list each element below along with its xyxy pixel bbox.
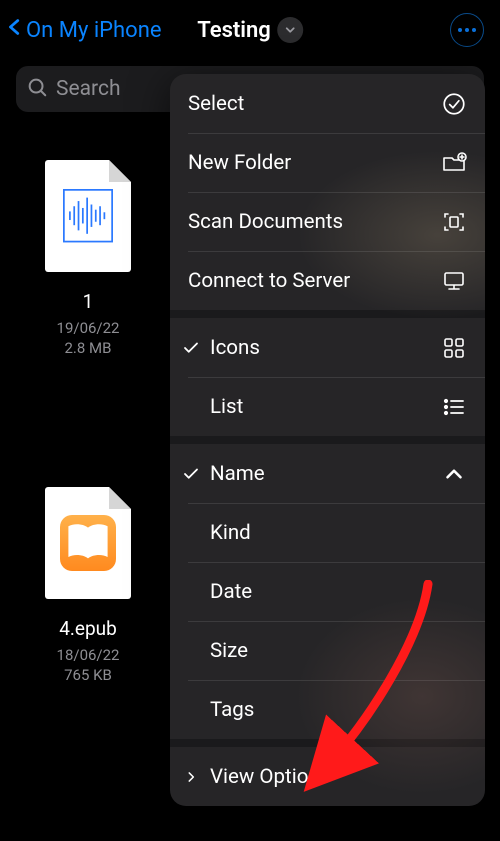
menu-item-new-folder[interactable]: New Folder: [170, 133, 485, 192]
menu-label: Date: [210, 580, 252, 604]
grid-icon: [441, 335, 467, 361]
menu-divider: [170, 310, 485, 318]
more-button[interactable]: [450, 13, 484, 47]
file-date: 18/06/22: [57, 646, 120, 664]
menu-label: Kind: [210, 521, 251, 545]
menu-label: Name: [210, 462, 265, 486]
menu-label: Icons: [210, 336, 260, 360]
search-icon: [26, 76, 48, 102]
list-icon: [441, 394, 467, 420]
chevron-up-icon: [441, 461, 467, 487]
file-thumbnail: [45, 487, 131, 599]
file-item[interactable]: 4.epub 18/06/22 765 KB: [28, 487, 148, 684]
server-icon: [441, 268, 467, 294]
menu-label: New Folder: [188, 151, 291, 175]
page-title: Testing: [197, 18, 271, 43]
file-size: 765 KB: [64, 666, 112, 684]
menu-divider: [170, 739, 485, 747]
menu-item-list-view[interactable]: List: [170, 377, 485, 436]
menu-label: List: [210, 395, 243, 419]
search-placeholder: Search: [56, 77, 121, 101]
menu-item-sort-size[interactable]: Size: [170, 621, 485, 680]
menu-item-sort-name[interactable]: Name: [170, 444, 485, 503]
menu-label: Scan Documents: [188, 210, 343, 234]
menu-divider: [170, 436, 485, 444]
menu-label: Size: [210, 639, 248, 663]
chevron-right-icon: [184, 770, 208, 784]
menu-item-connect-to-server[interactable]: Connect to Server: [170, 251, 485, 310]
menu-label: Tags: [210, 698, 254, 722]
file-thumbnail: [45, 160, 131, 272]
book-icon: [60, 515, 116, 571]
scan-icon: [441, 209, 467, 235]
menu-item-sort-tags[interactable]: Tags: [170, 680, 485, 739]
new-folder-icon: [441, 150, 467, 176]
back-button[interactable]: On My iPhone: [4, 13, 162, 47]
files-grid: 1 19/06/22 2.8 MB 4.epub 18/06/22 765 KB: [28, 160, 148, 684]
menu-item-select[interactable]: Select: [170, 74, 485, 133]
menu-label: Select: [188, 92, 244, 116]
navigation-bar: On My iPhone Testing: [0, 0, 500, 60]
menu-label: Connect to Server: [188, 269, 350, 293]
menu-item-scan-documents[interactable]: Scan Documents: [170, 192, 485, 251]
select-circle-icon: [441, 91, 467, 117]
file-name: 4.epub: [59, 617, 117, 640]
ellipsis-icon: [458, 28, 476, 32]
menu-label: View Options: [210, 765, 330, 789]
checkmark-icon: [182, 339, 208, 357]
menu-item-sort-kind[interactable]: Kind: [170, 503, 485, 562]
file-name: 1: [83, 290, 94, 313]
waveform-icon: [59, 185, 117, 247]
file-size: 2.8 MB: [65, 339, 112, 357]
chevron-left-icon: [4, 13, 26, 47]
chevron-down-icon: [277, 17, 303, 43]
checkmark-icon: [182, 465, 208, 483]
menu-item-sort-date[interactable]: Date: [170, 562, 485, 621]
back-label: On My iPhone: [26, 18, 162, 43]
folder-title-button[interactable]: Testing: [197, 17, 303, 43]
file-date: 19/06/22: [57, 319, 120, 337]
file-item[interactable]: 1 19/06/22 2.8 MB: [28, 160, 148, 357]
menu-item-icons-view[interactable]: Icons: [170, 318, 485, 377]
menu-item-view-options[interactable]: View Options: [170, 747, 485, 806]
context-menu: Select New Folder Scan Documents Connect…: [170, 74, 485, 806]
